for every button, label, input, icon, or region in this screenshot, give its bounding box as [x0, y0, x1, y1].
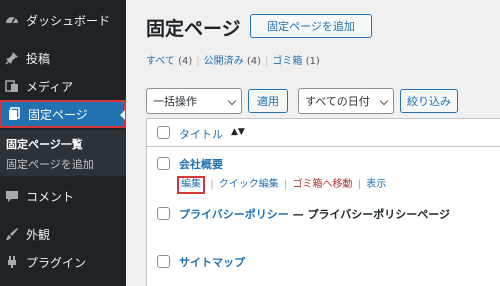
- row-checkbox[interactable]: [157, 157, 170, 170]
- table-header: タイトル ▲▼: [147, 119, 500, 147]
- brush-icon: [4, 226, 20, 242]
- view-link[interactable]: 表示: [366, 179, 386, 190]
- sidebar-item-label: 固定ページ: [28, 107, 88, 122]
- media-icon: [4, 78, 20, 94]
- quick-edit-link[interactable]: クイック編集: [219, 179, 279, 190]
- table-row: サイトマップ: [147, 245, 500, 285]
- row-title-link[interactable]: プライバシーポリシー — プライバシーポリシーページ: [179, 206, 450, 222]
- plugin-icon: [4, 254, 20, 270]
- chevron-down-icon: [379, 96, 389, 106]
- submenu-item-all-pages[interactable]: 固定ページ一覧: [6, 136, 83, 152]
- edit-link[interactable]: 編集: [177, 176, 205, 194]
- sort-icon[interactable]: ▲▼: [231, 127, 245, 137]
- sidebar-item-label: 投稿: [26, 51, 51, 66]
- dashboard-icon: [4, 12, 20, 28]
- comment-icon: [4, 188, 20, 204]
- submenu-item-add-page[interactable]: 固定ページを追加: [6, 156, 94, 172]
- table-row: 会社概要 編集 | クイック編集 | ゴミ箱へ移動 | 表示: [147, 147, 500, 197]
- row-checkbox[interactable]: [157, 255, 170, 268]
- view-all-link[interactable]: すべて (4): [146, 56, 192, 67]
- row-title-link[interactable]: 会社概要: [179, 156, 223, 172]
- bulk-action-select[interactable]: 一括操作: [146, 88, 242, 114]
- sidebar-item-label: プラグイン: [26, 255, 87, 270]
- sidebar-item-label: コメント: [26, 189, 75, 204]
- select-all-checkbox[interactable]: [157, 126, 170, 139]
- sidebar-item-media[interactable]: メディア: [0, 72, 126, 100]
- admin-sidebar: ダッシュボード 投稿 メディア 固定ページ 固定ページ一覧 固定ページを追加 コ…: [0, 0, 126, 286]
- sidebar-item-appearance[interactable]: 外観: [0, 220, 126, 248]
- row-actions: 編集 | クイック編集 | ゴミ箱へ移動 | 表示: [177, 175, 386, 194]
- table-row: プライバシーポリシー — プライバシーポリシーページ: [147, 197, 500, 241]
- date-filter-select[interactable]: すべての日付: [298, 88, 394, 114]
- main-content: 固定ページ 固定ページを追加 すべて (4) | 公開済み (4) | ゴミ箱 (1) …: [126, 0, 500, 286]
- pages-table: タイトル ▲▼ 会社概要 編集 | クイック編集 | ゴミ箱へ移動 | 表示 プ…: [146, 118, 500, 286]
- sidebar-item-label: メディア: [26, 79, 74, 94]
- column-header-title[interactable]: タイトル: [179, 126, 223, 142]
- row-title-link[interactable]: サイトマップ: [179, 254, 245, 270]
- sidebar-item-plugins[interactable]: プラグイン: [0, 248, 126, 276]
- sidebar-item-dashboard[interactable]: ダッシュボード: [0, 6, 126, 34]
- trash-link[interactable]: ゴミ箱へ移動: [293, 179, 353, 190]
- chevron-down-icon: [227, 96, 237, 106]
- filter-button[interactable]: 絞り込み: [400, 89, 458, 113]
- pin-icon: [4, 50, 20, 66]
- sidebar-item-pages[interactable]: 固定ページ: [0, 100, 126, 128]
- sidebar-item-posts[interactable]: 投稿: [0, 44, 126, 72]
- view-filter-links: すべて (4) | 公開済み (4) | ゴミ箱 (1): [146, 56, 320, 67]
- active-indicator-arrow: [120, 110, 125, 120]
- sidebar-item-label: 外観: [26, 227, 51, 242]
- pages-submenu: 固定ページ一覧 固定ページを追加: [0, 130, 126, 176]
- apply-button[interactable]: 適用: [248, 89, 288, 113]
- sidebar-item-label: ダッシュボード: [26, 13, 111, 28]
- sidebar-item-comments[interactable]: コメント: [0, 182, 126, 210]
- pages-icon: [6, 106, 22, 122]
- add-page-button[interactable]: 固定ページを追加: [250, 14, 372, 38]
- view-published-link[interactable]: 公開済み (4): [204, 56, 261, 67]
- page-title: 固定ページ: [146, 18, 241, 40]
- row-checkbox[interactable]: [157, 207, 170, 220]
- view-trash-link[interactable]: ゴミ箱 (1): [272, 56, 319, 67]
